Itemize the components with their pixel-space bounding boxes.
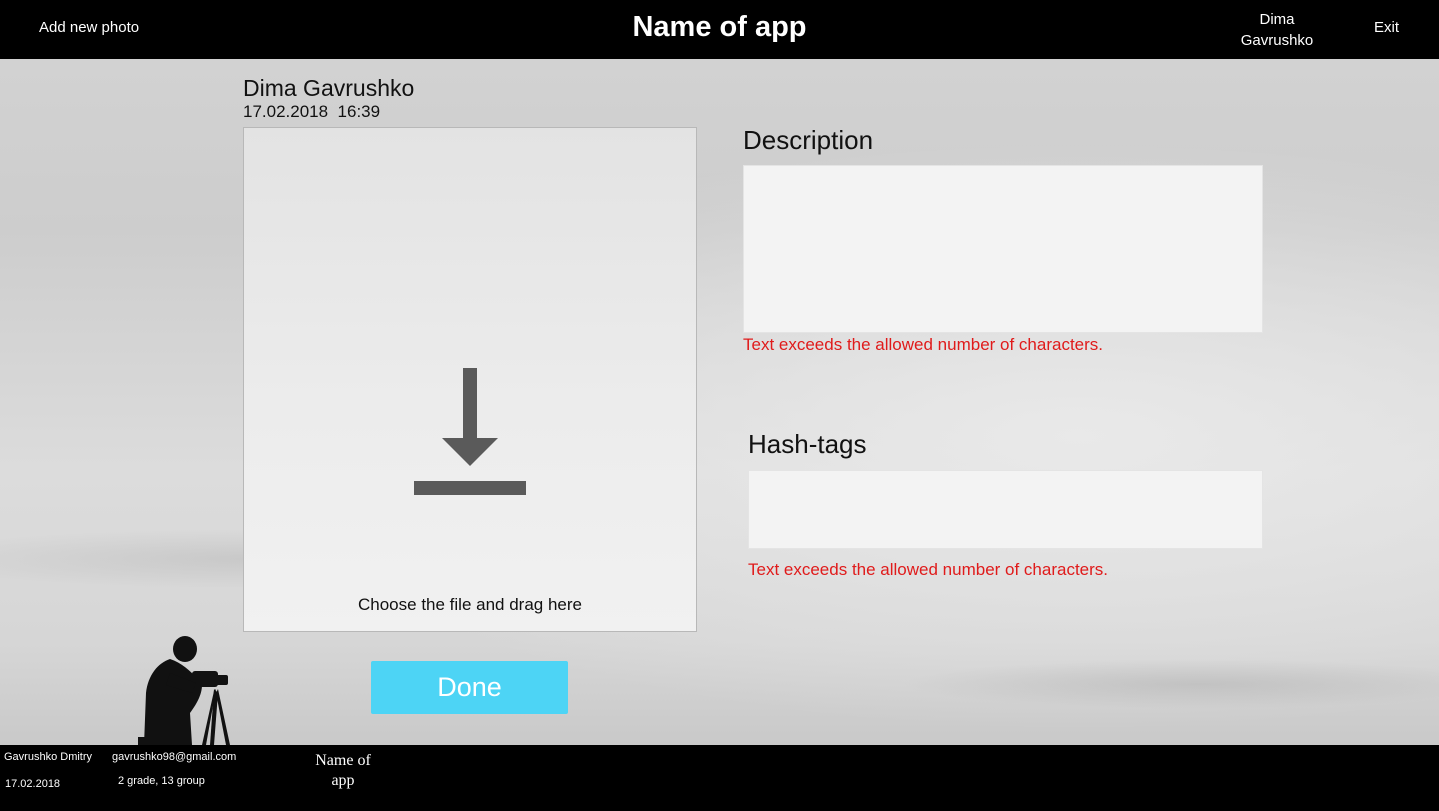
hashtags-label: Hash-tags bbox=[748, 429, 867, 459]
file-drop-zone[interactable]: Choose the file and drag here bbox=[243, 127, 697, 632]
hashtags-error: Text exceeds the allowed number of chara… bbox=[748, 560, 1109, 579]
background-haze bbox=[900, 659, 1439, 709]
footer-app-name-line2: app bbox=[331, 772, 355, 789]
done-button[interactable]: Done bbox=[371, 661, 568, 714]
app-title: Name of app bbox=[632, 11, 807, 43]
footer: Gavrushko Dmitry gavrushko98@gmail.com 1… bbox=[0, 745, 1439, 811]
footer-date: 17.02.2018 bbox=[5, 778, 61, 790]
main-content: Dima Gavrushko 17.02.2018 16:39 Choose t… bbox=[0, 59, 1439, 745]
post-date: 17.02.2018 16:39 bbox=[243, 102, 381, 121]
exit-link[interactable]: Exit bbox=[1374, 19, 1399, 36]
description-input[interactable] bbox=[743, 165, 1263, 333]
photographer-silhouette bbox=[138, 636, 230, 745]
user-last-name: Gavrushko bbox=[1240, 32, 1314, 49]
footer-email: gavrushko98@gmail.com bbox=[112, 751, 237, 763]
footer-author-name: Gavrushko Dmitry bbox=[4, 751, 93, 763]
description-error: Text exceeds the allowed number of chara… bbox=[743, 335, 1104, 354]
download-icon bbox=[414, 368, 526, 495]
hashtags-input[interactable] bbox=[748, 470, 1263, 549]
description-label: Description bbox=[743, 125, 874, 155]
footer-group: 2 grade, 13 group bbox=[118, 775, 205, 787]
footer-app-name-line1: Name of bbox=[315, 752, 371, 769]
top-bar: Add new photo Name of app Dima Gavrushko… bbox=[0, 0, 1439, 59]
user-first-name: Dima bbox=[1259, 11, 1295, 28]
drop-zone-label: Choose the file and drag here bbox=[358, 595, 582, 614]
footer-app-name: Name of app bbox=[308, 751, 378, 791]
post-author: Dima Gavrushko bbox=[243, 75, 415, 101]
user-profile-link[interactable]: Dima Gavrushko bbox=[1228, 9, 1326, 51]
